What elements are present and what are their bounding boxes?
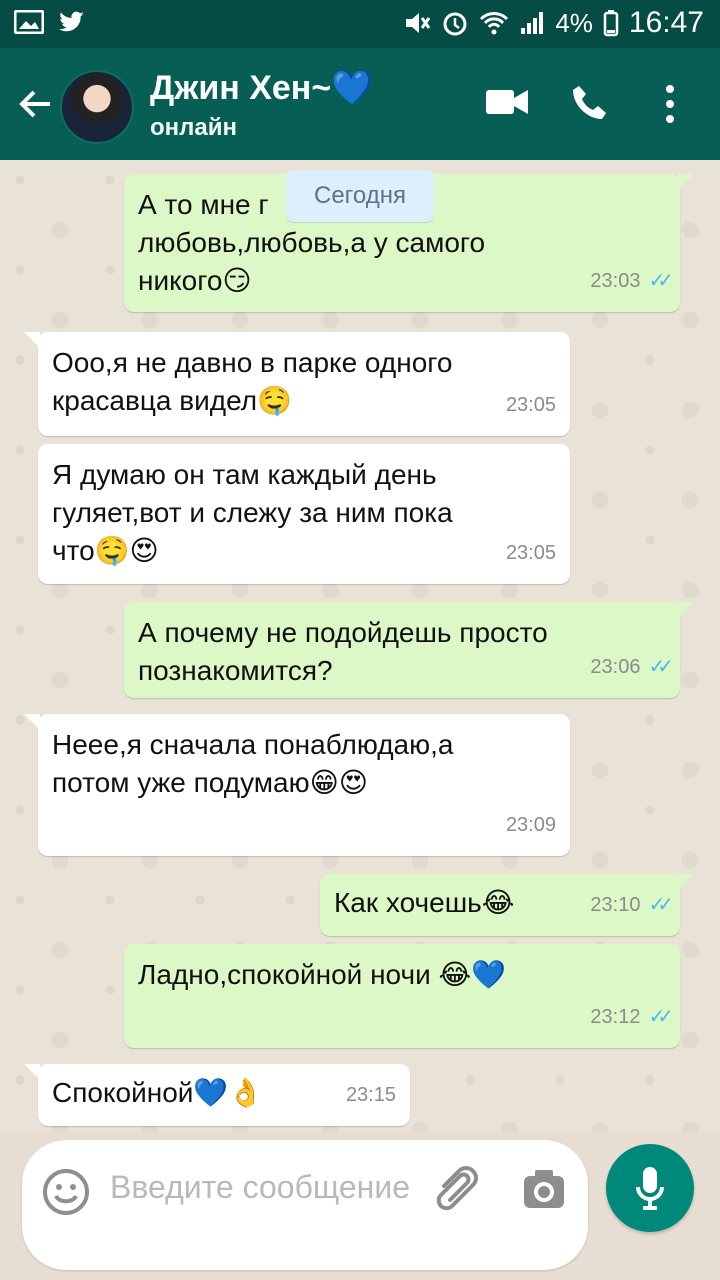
wifi-icon xyxy=(480,12,509,35)
message-time: 23:10 ✓✓ xyxy=(590,886,673,924)
message-bubble[interactable]: Я думаю он там каждый день гуляет,вот и … xyxy=(38,444,570,584)
video-call-icon[interactable] xyxy=(484,86,530,118)
message-text: Спокойной💙👌 xyxy=(52,1077,264,1108)
message-time: 23:15 xyxy=(345,1084,396,1106)
read-check-icon: ✓✓ xyxy=(648,894,673,916)
message-bubble[interactable]: Спокойной💙👌 23:15 xyxy=(24,1064,410,1126)
mic-button[interactable] xyxy=(606,1144,694,1232)
twitter-icon xyxy=(59,11,84,32)
message-bubble[interactable]: Как хочешь😂 23:10 ✓✓ xyxy=(320,874,694,936)
message-bubble[interactable]: А почему не подойдешь просто познакомитс… xyxy=(124,602,694,698)
message-time: 23:03 ✓✓ xyxy=(590,262,673,300)
message-time: 23:06 ✓✓ xyxy=(590,648,673,686)
message-input[interactable]: Введите сообщение xyxy=(22,1140,588,1270)
alarm-icon xyxy=(443,12,467,36)
back-arrow-icon[interactable] xyxy=(16,84,56,124)
battery-icon xyxy=(603,10,619,37)
signal-icon xyxy=(521,12,544,34)
message-text: Ооо,я не давно в парке одного красавца в… xyxy=(52,347,453,416)
status-bar: 4% 16:47 xyxy=(0,0,720,48)
read-check-icon: ✓✓ xyxy=(648,656,673,678)
read-check-icon: ✓✓ xyxy=(648,270,673,292)
contact-status: онлайн xyxy=(150,114,237,141)
chat-header: Джин Хен~💙 онлайн xyxy=(0,48,720,160)
message-text: Я думаю он там каждый день гуляет,вот и … xyxy=(52,459,453,566)
message-text: А почему не подойдешь просто познакомитс… xyxy=(138,617,548,686)
contact-name[interactable]: Джин Хен~💙 xyxy=(150,68,374,108)
message-time: 23:12 ✓✓ xyxy=(590,998,673,1036)
read-check-icon: ✓✓ xyxy=(648,1006,673,1028)
message-text: Как хочешь😂 xyxy=(334,887,515,918)
emoji-icon[interactable] xyxy=(42,1168,90,1216)
phone-icon[interactable] xyxy=(570,82,610,122)
menu-dots-icon[interactable] xyxy=(662,84,678,124)
message-text: Ладно,спокойной ночи 😂💙 xyxy=(138,959,507,990)
compose-bar: Введите сообщение xyxy=(0,1132,720,1280)
message-bubble[interactable]: Ладно,спокойной ночи 😂💙 23:12 ✓✓ xyxy=(124,944,680,1048)
clock: 16:47 xyxy=(628,6,704,39)
camera-icon[interactable] xyxy=(522,1168,566,1210)
mic-icon xyxy=(636,1167,664,1210)
date-separator: Сегодня xyxy=(286,170,434,222)
message-bubble[interactable]: Ооо,я не давно в парке одного красавца в… xyxy=(24,332,570,436)
message-placeholder[interactable]: Введите сообщение xyxy=(110,1166,410,1208)
message-time: 23:05 xyxy=(505,542,556,564)
message-text: Неее,я сначала понаблюдаю,а потом уже по… xyxy=(52,729,454,798)
gallery-icon xyxy=(14,10,44,34)
message-time: 23:09 xyxy=(505,814,556,836)
avatar[interactable] xyxy=(60,70,134,144)
mute-icon xyxy=(406,13,431,33)
message-list[interactable]: А то мне г любовь,любовь,а у самого нико… xyxy=(0,160,720,1132)
message-time: 23:05 xyxy=(505,394,556,416)
battery-percent: 4% xyxy=(555,7,593,38)
attach-icon[interactable] xyxy=(430,1164,480,1214)
message-bubble[interactable]: Неее,я сначала понаблюдаю,а потом уже по… xyxy=(24,714,570,856)
